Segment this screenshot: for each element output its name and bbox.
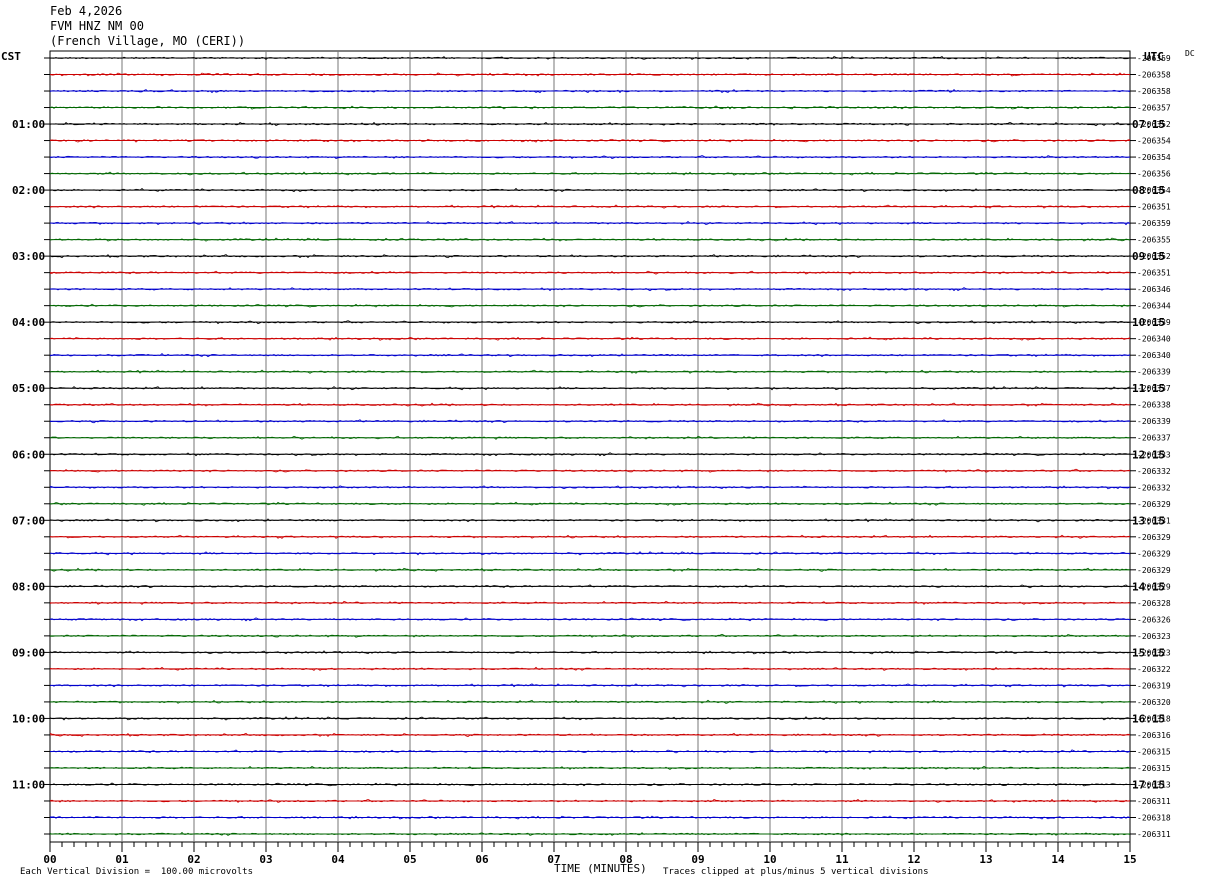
dc-offset-label: -206329 [1137, 533, 1171, 542]
x-tick-label: 15 [1123, 853, 1136, 866]
dc-offset-label: -206316 [1137, 731, 1171, 740]
x-axis-title: TIME (MINUTES) [554, 862, 647, 875]
right-axis-label: 10:15 [1132, 316, 1165, 329]
dc-offset-label: -206357 [1137, 104, 1171, 113]
dc-offset-label: -206340 [1137, 335, 1171, 344]
x-tick-label: 06 [475, 853, 489, 866]
trace-signal [49, 485, 1131, 490]
trace-signal [49, 468, 1131, 473]
dc-offset-label: -206354 [1137, 153, 1171, 162]
trace-signal [49, 699, 1131, 704]
dc-offset-label: -206344 [1137, 302, 1171, 311]
right-axis-label: 17:15 [1132, 778, 1165, 791]
trace-signal [49, 155, 1131, 160]
dc-offset-label: -206359 [1137, 219, 1171, 228]
x-tick-label: 05 [403, 853, 416, 866]
x-tick-label: 14 [1051, 853, 1065, 866]
dc-offset-label: -206328 [1137, 599, 1171, 608]
left-axis-label: 01:00 [12, 118, 45, 131]
dc-offset-label: -206339 [1137, 368, 1171, 377]
trace-signal [49, 320, 1131, 325]
left-axis-label: 03:00 [12, 250, 45, 263]
dc-offset-label: -206329 [1137, 549, 1171, 558]
dc-offset-label: -206311 [1137, 830, 1171, 839]
dc-offset-label: -206351 [1137, 269, 1171, 278]
dc-offset-label: -206346 [1137, 285, 1171, 294]
dc-offset-label: -206332 [1137, 467, 1171, 476]
dc-offset-label: -206340 [1137, 351, 1171, 360]
right-axis-label: 11:15 [1132, 382, 1165, 395]
dc-offset-label: -206358 [1137, 87, 1171, 96]
left-axis-label: 06:00 [12, 448, 45, 461]
trace-signal [49, 336, 1131, 341]
dc-offset-label: -206329 [1137, 500, 1171, 509]
footer-clip: Traces clipped at plus/minus 5 vertical … [663, 867, 929, 877]
right-axis-label: 13:15 [1132, 514, 1165, 527]
dc-offset-label: -206319 [1137, 681, 1171, 690]
dc-offset-label: -206351 [1137, 203, 1171, 212]
right-axis-label: 16:15 [1132, 712, 1165, 725]
right-axis-label: 08:15 [1132, 184, 1165, 197]
dc-offset-label: -206311 [1137, 797, 1171, 806]
right-axis-label: 07:15 [1132, 118, 1165, 131]
left-axis-label: 04:00 [12, 316, 45, 329]
dc-offset-label: -206326 [1137, 615, 1171, 624]
left-axis-label: 11:00 [12, 778, 45, 791]
x-tick-label: 13 [979, 853, 992, 866]
plot-frame [49, 50, 1131, 843]
x-tick-label: 01 [115, 853, 129, 866]
left-axis-label: 10:00 [12, 712, 45, 725]
left-axis-label: 02:00 [12, 184, 45, 197]
dc-offset-label: -206322 [1137, 665, 1171, 674]
dc-offset-label: -206359 [1137, 54, 1171, 63]
dc-offset-label: -206315 [1137, 747, 1171, 756]
dc-offset-label: -206356 [1137, 170, 1171, 179]
right-axis-label: 09:15 [1132, 250, 1165, 263]
dc-offset-label: -206318 [1137, 813, 1171, 822]
trace-signal [49, 815, 1131, 820]
right-axis-label: 12:15 [1132, 448, 1165, 461]
x-tick-label: 04 [331, 853, 345, 866]
dc-offset-label: -206354 [1137, 137, 1171, 146]
dc-offset-label: -206323 [1137, 632, 1171, 641]
helicorder-plot: -206359-206358-206358-206357-206352-2063… [12, 50, 1171, 866]
left-axis-label: 09:00 [12, 646, 45, 659]
x-tick-label: 02 [187, 853, 200, 866]
dc-offset-label: -206338 [1137, 401, 1171, 410]
dc-offset-label: -206315 [1137, 764, 1171, 773]
x-tick-label: 12 [907, 853, 920, 866]
left-axis-label: 08:00 [12, 580, 45, 593]
trace-signal [49, 749, 1131, 754]
footer-scale: Each Vertical Division = 100.00 microvol… [20, 867, 253, 877]
dc-offset-label: -206337 [1137, 434, 1171, 443]
dc-offset-label: -206339 [1137, 417, 1171, 426]
dc-offset-label: -206332 [1137, 483, 1171, 492]
x-tick-label: 03 [259, 853, 272, 866]
dc-offset-label: -206355 [1137, 236, 1171, 245]
dc-offset-label: -206329 [1137, 566, 1171, 575]
x-tick-label: 00 [43, 853, 56, 866]
x-tick-label: 11 [835, 853, 849, 866]
right-axis-label: 15:15 [1132, 646, 1165, 659]
x-tick-label: 10 [763, 853, 776, 866]
left-axis-label: 05:00 [12, 382, 45, 395]
dc-offset-label: -206320 [1137, 698, 1171, 707]
right-axis-label: 14:15 [1132, 580, 1165, 593]
x-tick-label: 09 [691, 853, 704, 866]
dc-offset-label: -206358 [1137, 71, 1171, 80]
left-axis-label: 07:00 [12, 514, 45, 527]
